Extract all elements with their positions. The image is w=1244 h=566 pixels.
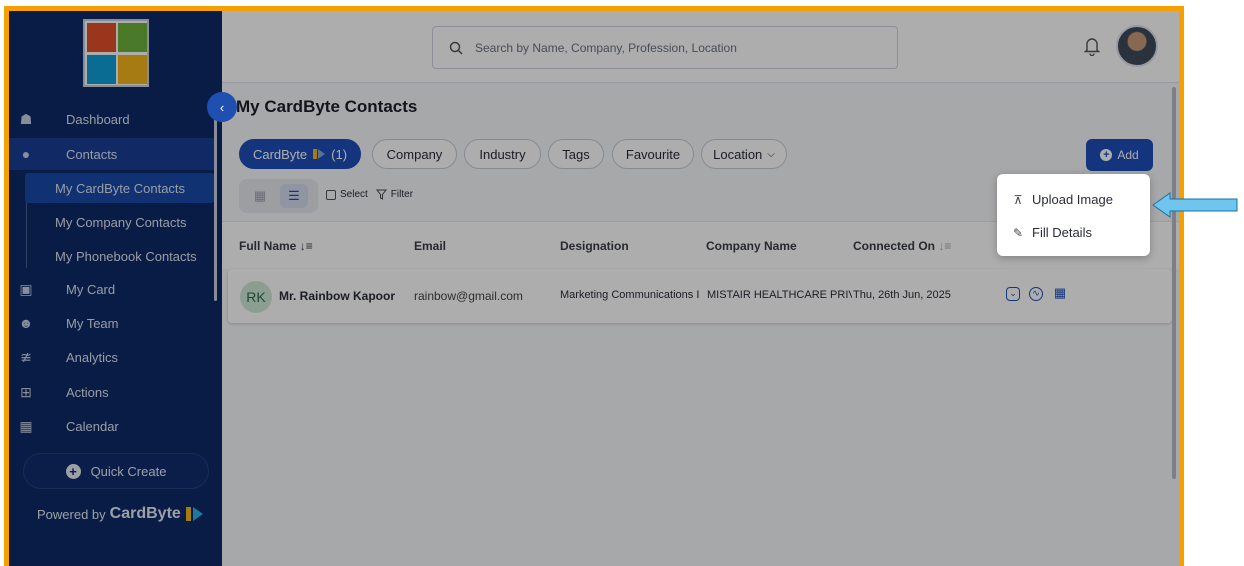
app: ☗ Dashboard ● Contacts My CardByte Conta…: [9, 11, 1179, 566]
upload-icon: ⊼: [1013, 192, 1023, 207]
menu-item-upload-image[interactable]: ⊼ Upload Image: [997, 183, 1150, 216]
pointer-arrow-icon: [1152, 192, 1238, 218]
menu-item-label: Fill Details: [1032, 225, 1092, 240]
collapse-sidebar-button[interactable]: ‹: [207, 92, 237, 122]
menu-item-fill-details[interactable]: ✎ Fill Details: [997, 216, 1150, 249]
screenshot-frame: ☗ Dashboard ● Contacts My CardByte Conta…: [4, 6, 1184, 566]
menu-item-label: Upload Image: [1032, 192, 1113, 207]
add-dropdown-menu: ⊼ Upload Image ✎ Fill Details: [997, 174, 1150, 256]
modal-overlay[interactable]: [9, 11, 1179, 566]
chevron-left-icon: ‹: [219, 99, 225, 115]
edit-document-icon: ✎: [1012, 225, 1024, 240]
